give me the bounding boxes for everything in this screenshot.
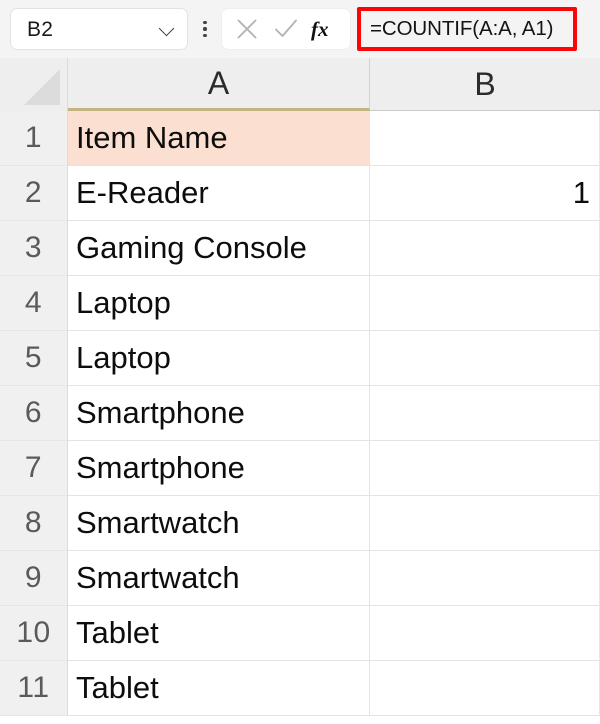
cell-a9[interactable]: Smartwatch (68, 551, 370, 606)
table-row: 7 Smartphone (0, 441, 600, 496)
row-header[interactable]: 5 (0, 331, 68, 386)
cell-b8[interactable] (370, 496, 600, 551)
cell-b5[interactable] (370, 331, 600, 386)
formula-action-group: fx (221, 8, 351, 50)
confirm-check-icon[interactable] (268, 12, 304, 46)
cell-a5[interactable]: Laptop (68, 331, 370, 386)
cell-b7[interactable] (370, 441, 600, 496)
select-all-corner[interactable] (0, 58, 68, 111)
cell-a1[interactable]: Item Name (68, 111, 370, 166)
column-header-a[interactable]: A (68, 58, 370, 111)
table-row: 4 Laptop (0, 276, 600, 331)
cell-b9[interactable] (370, 551, 600, 606)
table-row: 8 Smartwatch (0, 496, 600, 551)
cell-b2[interactable]: 1 (370, 166, 600, 221)
formula-input-value: =COUNTIF(A:A, A1) (370, 17, 554, 40)
kebab-dot (203, 21, 207, 25)
table-row: 5 Laptop (0, 331, 600, 386)
table-row: 1 Item Name (0, 111, 600, 166)
spreadsheet-grid[interactable]: A B 1 Item Name 2 E-Reader 1 3 Gaming Console 4… (0, 58, 600, 724)
chevron-down-icon[interactable] (159, 21, 175, 37)
row-header[interactable]: 1 (0, 111, 68, 166)
table-row: 2 E-Reader 1 (0, 166, 600, 221)
cell-a8[interactable]: Smartwatch (68, 496, 370, 551)
row-header[interactable]: 11 (0, 661, 68, 716)
table-row: 10 Tablet (0, 606, 600, 661)
cell-b3[interactable] (370, 221, 600, 276)
formula-bar: B2 fx =COUNTIF(A:A, A1) (0, 0, 600, 58)
cancel-x-icon[interactable] (229, 12, 265, 46)
cell-a11[interactable]: Tablet (68, 661, 370, 716)
row-header[interactable]: 9 (0, 551, 68, 606)
grid-rows: 1 Item Name 2 E-Reader 1 3 Gaming Console 4 Lapt… (0, 111, 600, 716)
cell-a7[interactable]: Smartphone (68, 441, 370, 496)
table-row: 11 Tablet (0, 661, 600, 716)
kebab-menu-icon[interactable] (194, 8, 216, 50)
cell-a4[interactable]: Laptop (68, 276, 370, 331)
table-row: 6 Smartphone (0, 386, 600, 441)
row-header[interactable]: 2 (0, 166, 68, 221)
svg-text:fx: fx (311, 17, 329, 41)
table-row: 3 Gaming Console (0, 221, 600, 276)
row-header[interactable]: 3 (0, 221, 68, 276)
cell-b4[interactable] (370, 276, 600, 331)
name-box[interactable]: B2 (10, 8, 188, 50)
cell-a2[interactable]: E-Reader (68, 166, 370, 221)
row-header[interactable]: 10 (0, 606, 68, 661)
row-header[interactable]: 4 (0, 276, 68, 331)
insert-function-fx-icon[interactable]: fx (307, 12, 343, 46)
kebab-dot (203, 33, 207, 37)
cell-b1[interactable] (370, 111, 600, 166)
table-row: 9 Smartwatch (0, 551, 600, 606)
name-box-value: B2 (27, 17, 54, 41)
row-header[interactable]: 7 (0, 441, 68, 496)
column-header-b-label: B (474, 65, 496, 102)
column-header-row: A B (0, 58, 600, 111)
cell-b6[interactable] (370, 386, 600, 441)
cell-b11[interactable] (370, 661, 600, 716)
cell-a6[interactable]: Smartphone (68, 386, 370, 441)
cell-b10[interactable] (370, 606, 600, 661)
cell-a3[interactable]: Gaming Console (68, 221, 370, 276)
row-header[interactable]: 6 (0, 386, 68, 441)
column-header-b[interactable]: B (370, 58, 600, 111)
kebab-dot (203, 27, 207, 31)
spreadsheet-app: B2 fx =COUNTIF(A:A, A1) A B 1 Item Name … (0, 0, 600, 724)
cell-a10[interactable]: Tablet (68, 606, 370, 661)
column-header-a-label: A (207, 64, 230, 101)
formula-input[interactable]: =COUNTIF(A:A, A1) (357, 7, 577, 51)
row-header[interactable]: 8 (0, 496, 68, 551)
